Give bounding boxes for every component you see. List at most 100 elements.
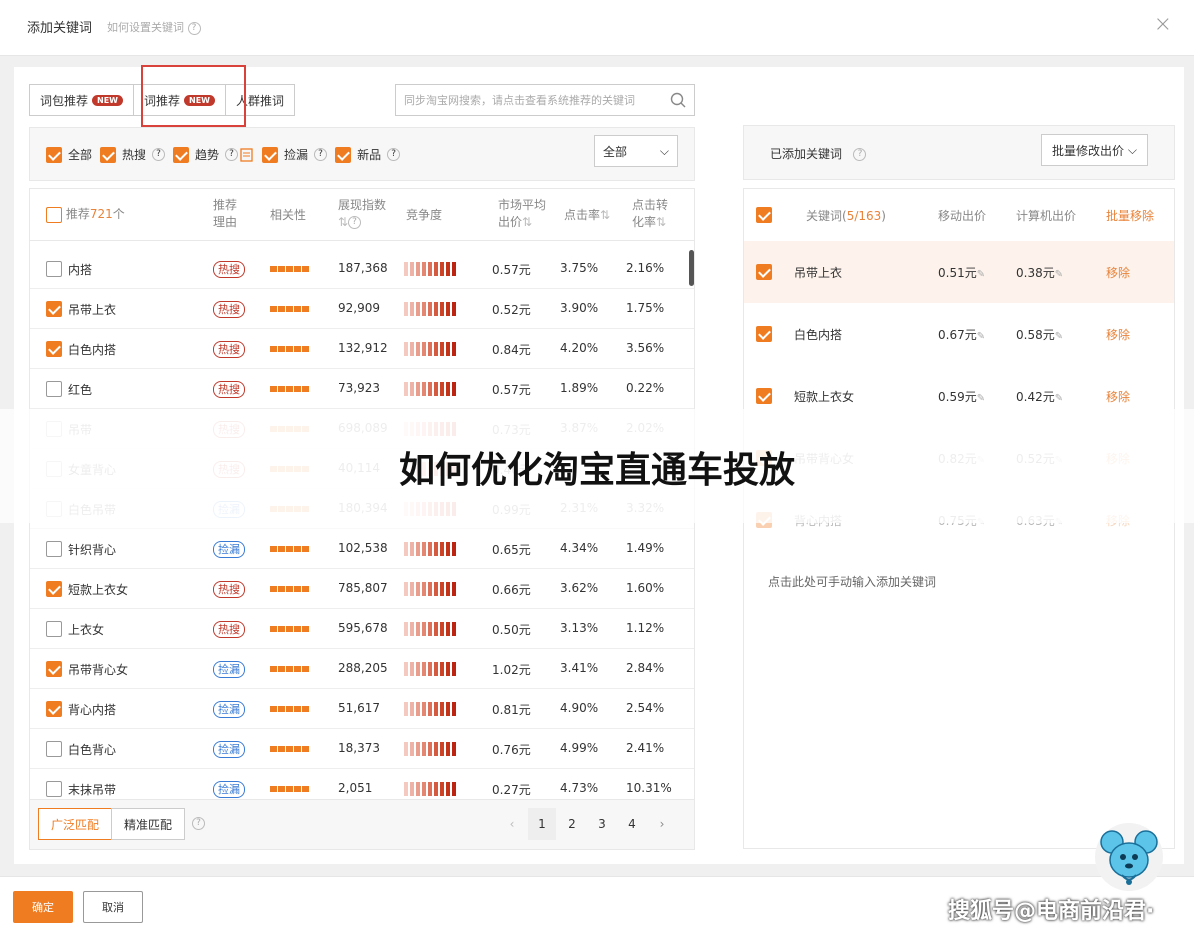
checkbox[interactable] [262,146,279,163]
filter-new[interactable]: 新品? [335,146,401,163]
page-3[interactable]: 3 [588,808,616,840]
edit-icon[interactable]: ✎ [1055,331,1063,342]
row-checkbox[interactable] [46,381,62,397]
checkbox[interactable] [46,741,62,757]
checkbox[interactable] [46,301,62,317]
checkbox[interactable] [46,621,62,637]
bid-value: 0.58元 [1016,328,1055,342]
pc-bid[interactable]: 0.58元✎ [1016,326,1063,343]
row-checkbox[interactable] [46,741,62,757]
avg-bid: 0.57元 [492,383,531,397]
help-link[interactable]: 如何设置关键词 ? [107,19,201,35]
select-all[interactable]: 推荐721个 [46,206,125,223]
checkbox[interactable] [46,781,62,797]
batch-remove-button[interactable]: 批量移除 [1106,207,1154,224]
checkbox[interactable] [46,146,62,163]
added-keyword-row: 白色内搭 0.67元✎ 0.58元✎ 移除 [744,303,1174,365]
keyword-search-input[interactable]: 同步淘宝网搜索，请点击查看系统推荐的关键词 [395,84,695,116]
mobile-bid[interactable]: 0.51元✎ [938,264,985,281]
page-1[interactable]: 1 [528,808,556,840]
keyword: 内搭 [68,263,93,277]
search-icon[interactable] [670,92,686,108]
filter-trend[interactable]: 趋势? [173,146,254,163]
scrollbar[interactable] [689,250,694,286]
header-competition: 竞争度 [406,208,443,222]
checkbox[interactable] [46,661,62,677]
pc-bid[interactable]: 0.42元✎ [1016,388,1063,405]
filter-all[interactable]: 全部 [46,146,92,163]
row-checkbox[interactable] [46,701,62,717]
checkbox[interactable] [46,701,62,717]
cvr: 2.84% [626,661,665,675]
checkbox[interactable] [46,541,62,557]
checkbox[interactable] [46,341,62,357]
header-ctr[interactable]: 点击率⇅ [564,207,610,224]
mobile-bid[interactable]: 0.59元✎ [938,388,985,405]
avg-bid: 0.50元 [492,623,531,637]
manual-add-hint[interactable]: 点击此处可手动输入添加关键词 [768,573,936,590]
impressions: 595,678 [338,621,388,635]
checkbox[interactable] [756,264,772,280]
row-checkbox[interactable] [46,661,62,677]
competition-indicator [404,662,456,676]
broad-match-button[interactable]: 广泛匹配 [38,808,113,840]
checkbox[interactable] [756,388,772,404]
checkbox[interactable] [173,146,190,163]
close-icon[interactable]: × [1154,12,1172,37]
checkbox[interactable] [756,207,772,223]
next-page-icon[interactable]: › [648,808,676,840]
row-checkbox[interactable] [46,341,62,357]
page-2[interactable]: 2 [558,808,586,840]
keyword: 白色内搭 [68,343,117,357]
batch-bid-button[interactable]: 批量修改出价 ⌵ [1041,134,1148,166]
row-checkbox[interactable] [756,326,772,342]
edit-icon[interactable]: ✎ [977,269,985,280]
prev-page-icon[interactable]: ‹ [498,808,526,840]
keyword: 吊带上衣 [68,303,117,317]
header-cvr[interactable]: 点击转 化率⇅ [632,197,668,231]
checkbox[interactable] [46,581,62,597]
confirm-button[interactable]: 确定 [13,891,73,923]
edit-icon[interactable]: ✎ [1055,269,1063,280]
filter-hot[interactable]: 热搜? [100,146,166,163]
cancel-button[interactable]: 取消 [83,891,143,923]
remove-button[interactable]: 移除 [1106,264,1130,281]
checkbox[interactable] [46,381,62,397]
page-4[interactable]: 4 [618,808,646,840]
edit-icon[interactable]: ✎ [977,331,985,342]
cvr: 1.49% [626,541,665,555]
edit-icon[interactable]: ✎ [977,393,985,404]
avg-bid: 1.02元 [492,663,531,677]
row-checkbox[interactable] [46,581,62,597]
row-checkbox[interactable] [46,621,62,637]
header-impressions[interactable]: 展现指数 ⇅? [338,197,386,231]
table-header: 关键词(5/163) 移动出价 计算机出价 批量移除 [744,189,1174,241]
row-checkbox[interactable] [46,301,62,317]
exact-match-button[interactable]: 精准匹配 [111,808,186,840]
row-checkbox[interactable] [756,264,772,280]
filter-select[interactable]: 全部 ⌵ [594,135,678,167]
avg-bid: 0.52元 [492,303,531,317]
filter-pickup[interactable]: 捡漏? [262,146,328,163]
checkbox[interactable] [335,146,352,163]
edit-icon[interactable]: ✎ [1055,393,1063,404]
help-icon: ? [348,216,362,229]
checkbox[interactable] [100,146,117,163]
select-all-added[interactable] [756,207,772,223]
tab-word-pack[interactable]: 词包推荐 NEW [29,84,134,116]
header-avg-bid[interactable]: 市场平均 出价⇅ [498,197,546,231]
mobile-bid[interactable]: 0.67元✎ [938,326,985,343]
checkbox[interactable] [756,326,772,342]
row-checkbox[interactable] [46,541,62,557]
row-checkbox[interactable] [46,781,62,797]
watermark: 搜狐号@电商前沿君· [948,899,1155,924]
remove-button[interactable]: 移除 [1106,388,1130,405]
row-checkbox[interactable] [46,261,62,277]
checkbox[interactable] [46,261,62,277]
highlight-box [141,65,246,127]
remove-button[interactable]: 移除 [1106,326,1130,343]
cvr: 2.16% [626,261,665,275]
checkbox[interactable] [46,206,62,223]
pc-bid[interactable]: 0.38元✎ [1016,264,1063,281]
row-checkbox[interactable] [756,388,772,404]
